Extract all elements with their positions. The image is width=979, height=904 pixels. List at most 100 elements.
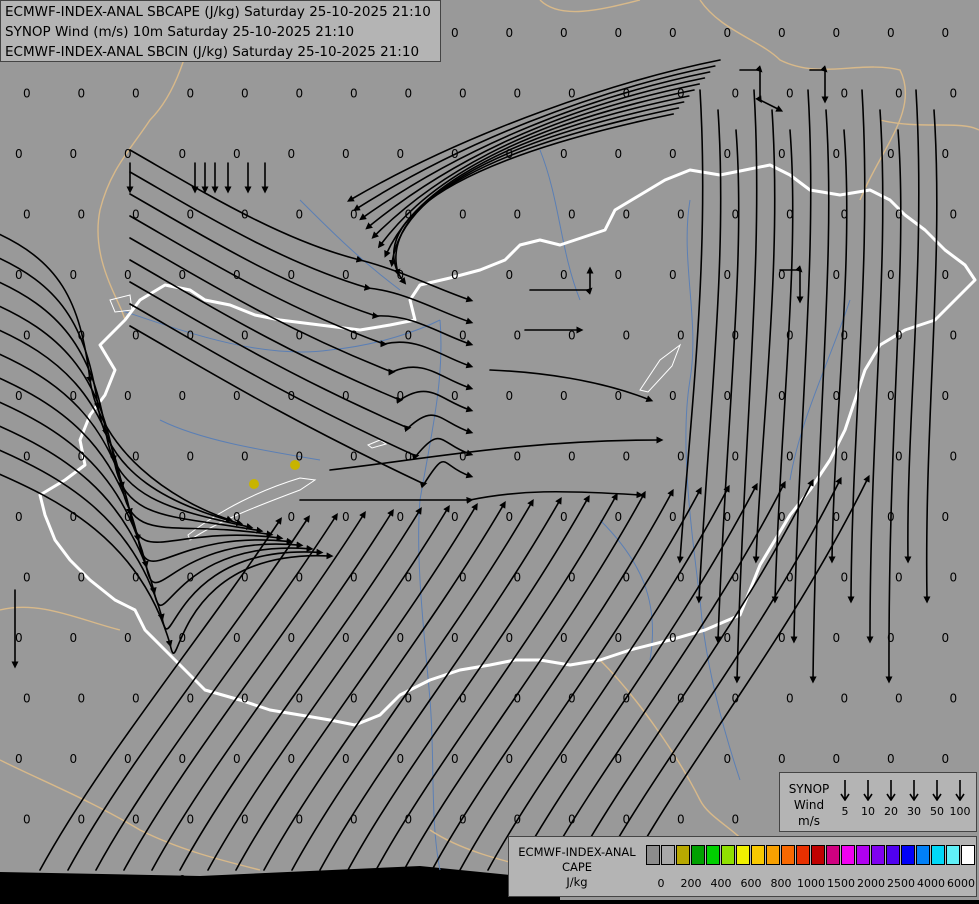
cin-value-label: 0 xyxy=(459,571,467,585)
wind-arrow-icon xyxy=(863,780,873,801)
cape-color-swatch xyxy=(736,845,750,865)
cin-value-label: 0 xyxy=(132,329,140,343)
cin-value-label: 0 xyxy=(560,510,568,524)
cape-color-swatch xyxy=(811,845,825,865)
synop-legend-title-line1: SYNOP xyxy=(788,782,830,796)
cin-value-label: 0 xyxy=(833,268,841,282)
cape-color-swatch xyxy=(916,845,930,865)
cin-value-label: 0 xyxy=(124,510,132,524)
synop-speed-label: 20 xyxy=(884,805,898,818)
cin-value-label: 0 xyxy=(833,26,841,40)
cin-value-label: 0 xyxy=(560,752,568,766)
cin-value-label: 0 xyxy=(241,87,249,101)
cin-value-label: 0 xyxy=(514,692,522,706)
title-sbcape: ECMWF-INDEX-ANAL SBCAPE (J/kg) Saturday … xyxy=(5,4,431,20)
cin-value-label: 0 xyxy=(233,510,241,524)
cin-value-label: 0 xyxy=(724,147,732,161)
cin-value-label: 0 xyxy=(459,450,467,464)
cin-value-label: 0 xyxy=(405,813,413,827)
synop-speed-item: 10 xyxy=(857,779,879,818)
cin-value-label: 0 xyxy=(677,208,685,222)
cin-value-label: 0 xyxy=(560,268,568,282)
cin-value-label: 0 xyxy=(78,692,86,706)
cape-color-swatch xyxy=(841,845,855,865)
cin-value-label: 0 xyxy=(187,329,195,343)
cin-value-label: 0 xyxy=(132,450,140,464)
cin-value-label: 0 xyxy=(459,329,467,343)
synop-speed-label: 30 xyxy=(907,805,921,818)
cape-tick-label: 4000 xyxy=(917,877,945,890)
cin-value-label: 0 xyxy=(950,450,958,464)
cin-value-label: 0 xyxy=(778,510,786,524)
cin-value-label: 0 xyxy=(15,389,23,403)
cin-value-label: 0 xyxy=(179,510,187,524)
cape-color-swatch xyxy=(946,845,960,865)
synop-legend-title-line2: Wind xyxy=(793,798,825,812)
cin-value-label: 0 xyxy=(786,450,794,464)
title-sbcin: ECMWF-INDEX-ANAL SBCIN (J/kg) Saturday 2… xyxy=(5,44,420,60)
cape-color-swatch xyxy=(766,845,780,865)
cin-value-label: 0 xyxy=(397,510,405,524)
cin-value-label: 0 xyxy=(451,147,459,161)
cin-value-label: 0 xyxy=(70,752,78,766)
cin-value-label: 0 xyxy=(833,147,841,161)
cin-value-label: 0 xyxy=(288,389,296,403)
cin-value-label: 0 xyxy=(288,631,296,645)
cin-value-label: 0 xyxy=(568,450,576,464)
cin-value-label: 0 xyxy=(887,389,895,403)
cin-value-label: 0 xyxy=(350,692,358,706)
cin-value-label: 0 xyxy=(732,813,740,827)
cin-value-label: 0 xyxy=(677,329,685,343)
cin-value-label: 0 xyxy=(78,208,86,222)
cin-value-label: 0 xyxy=(623,692,631,706)
cin-value-label: 0 xyxy=(451,510,459,524)
cin-value-label: 0 xyxy=(124,631,132,645)
cin-value-label: 0 xyxy=(233,873,241,887)
weather-map[interactable]: 0 0 0 0 0 0 0 0 0 0 0 0 0 0 0 0 0 0 0 0 0 0 0 0 0 0 0 0 0 0 0 0 0 0 0 0 0 0 0 0… xyxy=(0,0,979,900)
cin-value-label: 0 xyxy=(615,26,623,40)
cin-value-label: 0 xyxy=(70,268,78,282)
cin-value-label: 0 xyxy=(179,268,187,282)
cin-value-label: 0 xyxy=(132,87,140,101)
cin-value-label: 0 xyxy=(895,571,903,585)
cin-value-label: 0 xyxy=(724,510,732,524)
cin-value-label: 0 xyxy=(70,631,78,645)
synop-speed-item: 20 xyxy=(880,779,902,818)
cape-color-swatch xyxy=(646,845,660,865)
cin-value-label: 0 xyxy=(942,389,950,403)
cin-value-label: 0 xyxy=(568,208,576,222)
cin-value-label: 0 xyxy=(132,571,140,585)
cape-color-swatch xyxy=(706,845,720,865)
cin-value-label: 0 xyxy=(887,752,895,766)
cin-value-label: 0 xyxy=(677,571,685,585)
cape-tick-label: 600 xyxy=(740,877,762,890)
cin-value-label: 0 xyxy=(187,571,195,585)
cape-color-swatch xyxy=(661,845,675,865)
cin-value-label: 0 xyxy=(451,268,459,282)
cape-color-swatch xyxy=(871,845,885,865)
cin-value-label: 0 xyxy=(451,26,459,40)
cin-value-label: 0 xyxy=(23,450,31,464)
cin-value-label: 0 xyxy=(233,631,241,645)
cin-value-label: 0 xyxy=(669,510,677,524)
cin-value-label: 0 xyxy=(124,389,132,403)
cin-value-label: 0 xyxy=(950,329,958,343)
cin-value-label: 0 xyxy=(70,389,78,403)
cin-value-label: 0 xyxy=(233,147,241,161)
cin-value-label: 0 xyxy=(296,813,304,827)
cin-value-label: 0 xyxy=(342,147,350,161)
cin-value-label: 0 xyxy=(677,450,685,464)
cin-value-label: 0 xyxy=(179,873,187,887)
cin-value-label: 0 xyxy=(786,208,794,222)
cape-tick-label: 2000 xyxy=(857,877,885,890)
cin-value-label: 0 xyxy=(288,268,296,282)
synop-speed-item: 30 xyxy=(903,779,925,818)
cin-value-label: 0 xyxy=(179,389,187,403)
cin-value-label: 0 xyxy=(560,26,568,40)
cin-value-label: 0 xyxy=(942,268,950,282)
cin-value-label: 0 xyxy=(514,329,522,343)
cin-value-label: 0 xyxy=(397,873,405,887)
cin-value-label: 0 xyxy=(724,389,732,403)
cin-value-label: 0 xyxy=(350,571,358,585)
cin-value-label: 0 xyxy=(405,571,413,585)
